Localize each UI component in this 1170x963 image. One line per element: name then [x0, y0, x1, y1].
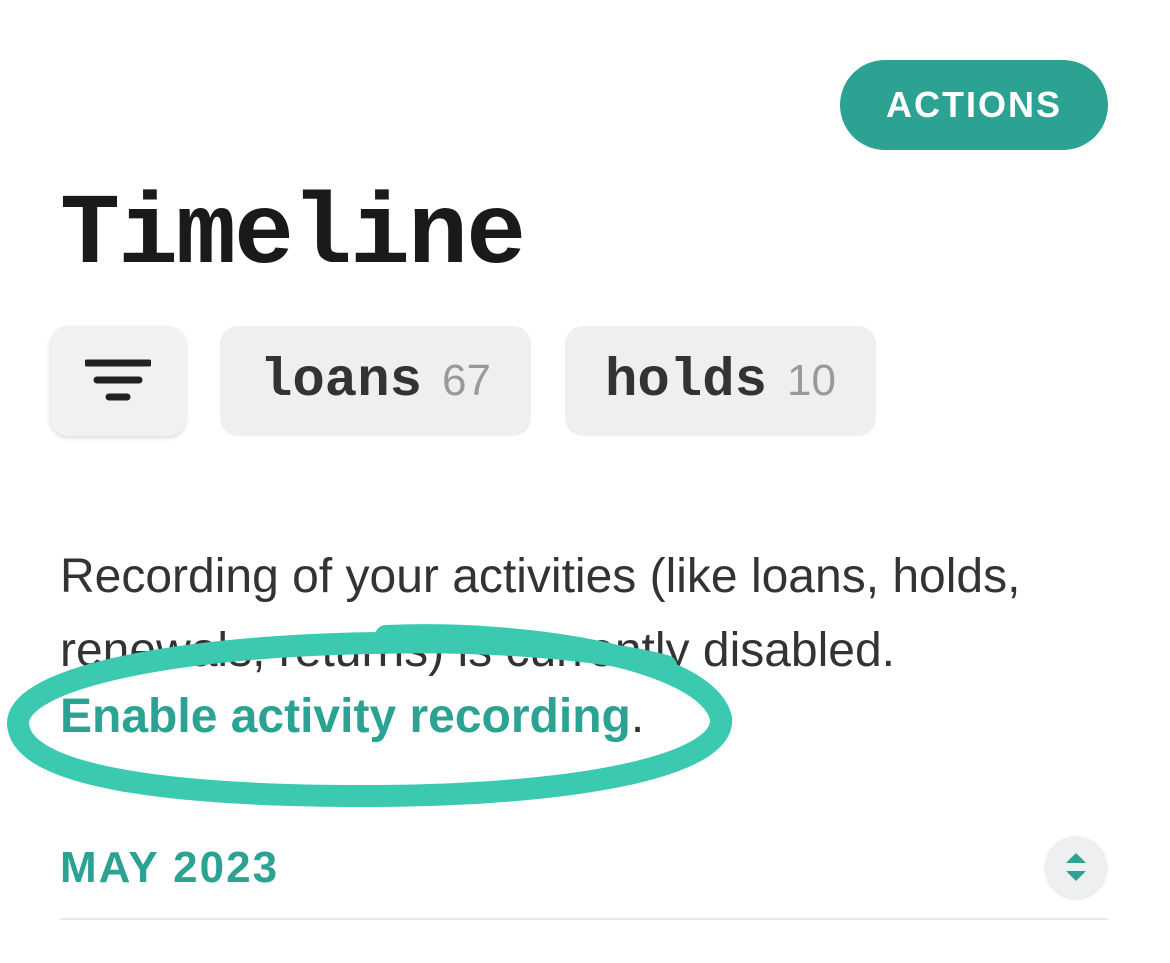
filters-row: loans 67 holds 10	[50, 326, 876, 436]
info-block: Recording of your activities (like loans…	[60, 540, 1110, 744]
filter-icon	[85, 357, 151, 406]
sort-icon	[1062, 850, 1090, 887]
enable-activity-recording-link[interactable]: Enable activity recording	[60, 690, 631, 743]
recording-status-text: Recording of your activities (like loans…	[60, 540, 1110, 689]
filter-button[interactable]	[50, 326, 186, 436]
filter-chip-holds[interactable]: holds 10	[565, 326, 876, 436]
filter-chip-count: 10	[787, 356, 836, 406]
section-header: MAY 2023	[60, 836, 1108, 900]
sort-button[interactable]	[1044, 836, 1108, 900]
filter-chip-label: loans	[260, 351, 422, 412]
filter-chip-label: holds	[605, 351, 767, 412]
month-label: MAY 2023	[60, 843, 279, 893]
actions-button[interactable]: ACTIONS	[840, 60, 1108, 150]
period: .	[631, 690, 644, 743]
filter-chip-count: 67	[442, 356, 491, 406]
filter-chip-loans[interactable]: loans 67	[220, 326, 531, 436]
divider	[60, 918, 1108, 920]
page-title: Timeline	[60, 180, 524, 293]
